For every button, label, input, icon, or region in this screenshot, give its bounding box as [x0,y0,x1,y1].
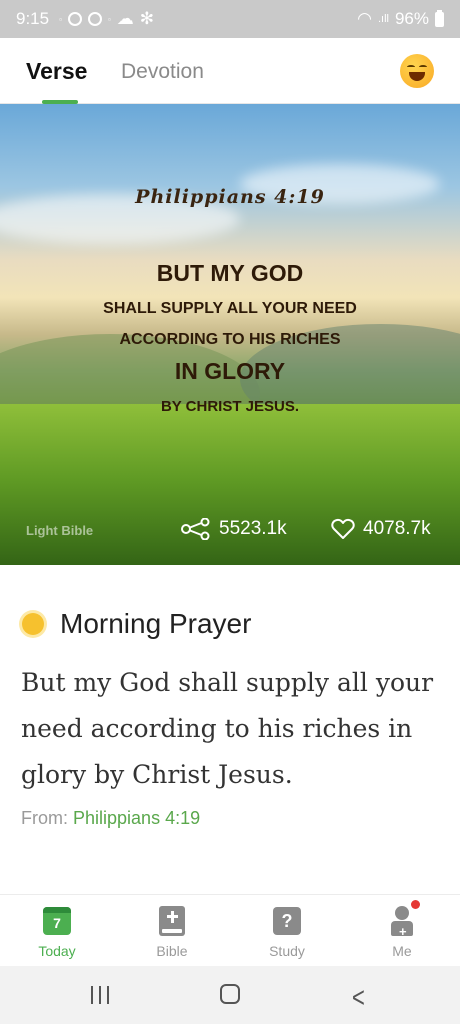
prayer-text: But my God shall supply all your need ac… [21,668,434,789]
cloud-icon: ☁ [116,9,134,28]
top-tab-bar: Verse Devotion [0,38,460,104]
bible-icon [159,906,185,936]
prayer-title: Morning Prayer [60,608,252,639]
notification-icons: ▫ ▫ ☁ ✻ [59,9,154,29]
status-time: 9:15 [16,9,50,28]
question-icon: ? [273,907,301,935]
nav-study[interactable]: ? Study [247,905,327,959]
verse-line: ACCORDING TO HIS RICHES [119,331,341,348]
notification-dot [411,900,420,909]
calendar-icon: 7 [43,907,71,935]
notification-icon [87,12,102,26]
status-bar: 9:15 ▫ ▫ ☁ ✻ ◠ .ıll 96% [0,0,460,38]
verse-image[interactable]: Philippians 4:19 BUT MY GOD SHALL SUPPLY… [0,104,460,565]
wifi-icon: ◠ [357,9,372,28]
grass-field [0,404,460,565]
nav-label: Study [269,943,305,959]
nav-label: Bible [156,943,188,959]
verse-line: BUT MY GOD [156,260,304,286]
share-icon [181,518,210,540]
bottom-nav: 7 Today Bible ? Study + Me [0,894,460,966]
prayer-header: Morning Prayer [22,608,251,640]
watermark: Light Bible [26,523,94,538]
like-button[interactable]: 4078.7k [331,518,431,540]
nav-me[interactable]: + Me [362,900,442,959]
verse-reference: Philippians 4:19 [135,186,325,208]
nav-label: Me [392,943,412,959]
battery-percent: 96% [394,9,429,28]
verse-line: IN GLORY [174,358,286,384]
home-icon[interactable] [220,984,240,1004]
nav-bible[interactable]: Bible [132,905,212,959]
like-count: 4078.7k [363,518,431,539]
system-nav-bar: < [0,966,460,1024]
tab-devotion[interactable]: Devotion [121,60,204,84]
prayer-source: From: Philippians 4:19 [21,808,200,829]
signal-icon: .ıll [377,13,389,25]
tab-verse[interactable]: Verse [26,58,87,85]
laughing-emoji-icon[interactable] [400,54,434,88]
battery-icon [435,9,444,27]
verse-line: SHALL SUPPLY ALL YOUR NEED [103,300,357,317]
nav-today[interactable]: 7 Today [17,905,97,959]
heart-icon [331,518,355,539]
back-icon[interactable]: < [352,981,365,1015]
nav-label: Today [38,943,76,959]
share-count: 5523.1k [219,518,287,539]
notification-icon [67,12,82,26]
source-link[interactable]: Philippians 4:19 [73,808,200,828]
settings-icon: ✻ [139,9,155,28]
from-label: From: [21,808,68,828]
calendar-day: 7 [53,915,61,931]
recent-apps-icon[interactable] [91,986,111,1004]
sun-icon [22,613,44,635]
verse-line: BY CHRIST JESUS. [160,398,300,415]
notification-icon: ▫ [59,14,62,24]
profile-icon: + [390,900,420,939]
share-button[interactable]: 5523.1k [181,518,287,540]
notification-icon: ▫ [107,14,111,24]
